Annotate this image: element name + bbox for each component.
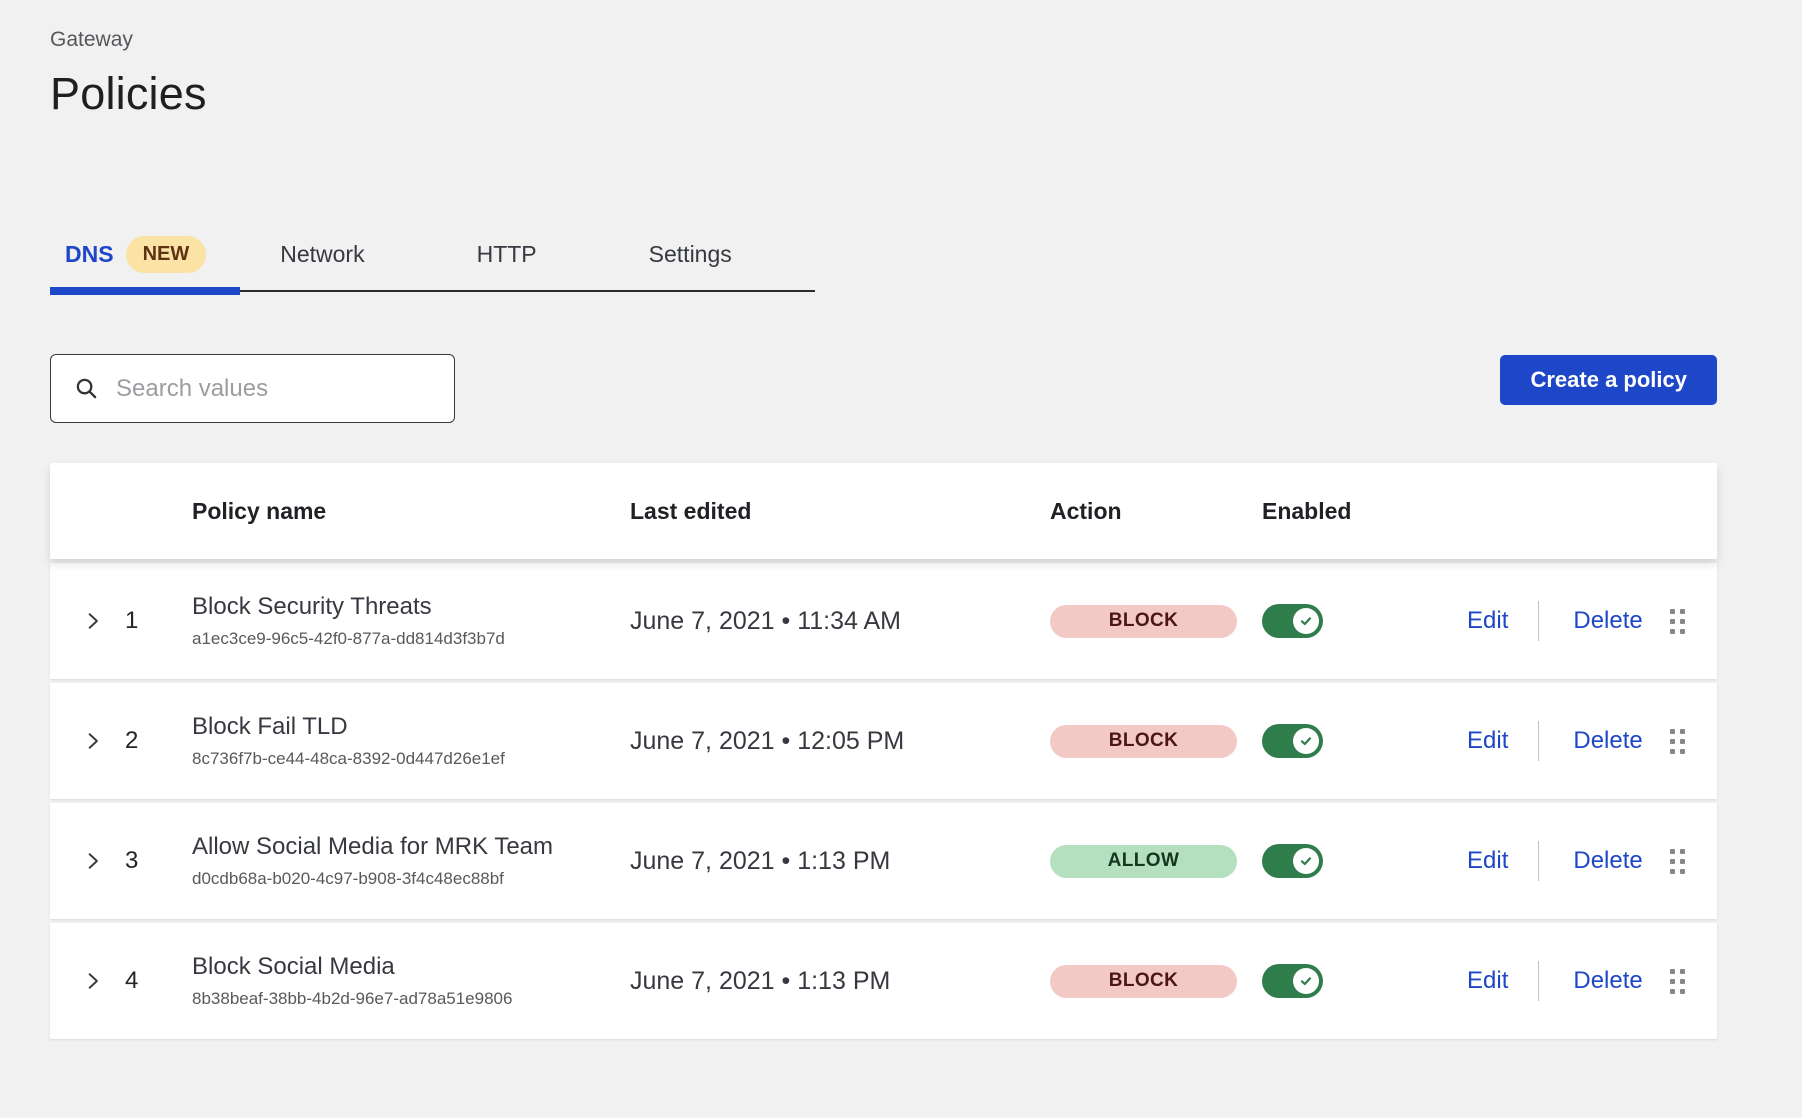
policy-id: 8b38beaf-38bb-4b2d-96e7-ad78a51e9806 [192, 989, 630, 1009]
check-icon [1299, 614, 1313, 628]
check-icon [1299, 854, 1313, 868]
table-header-row: Policy name Last edited Action Enabled [50, 463, 1717, 559]
column-header-enabled: Enabled [1262, 498, 1467, 525]
divider [1538, 721, 1539, 761]
last-edited: June 7, 2021 • 11:34 AM [630, 607, 1050, 636]
edit-link[interactable]: Edit [1467, 847, 1508, 875]
column-header-policy-name: Policy name [192, 498, 630, 525]
policy-id: d0cdb68a-b020-4c97-b908-3f4c48ec88bf [192, 869, 630, 889]
column-header-last-edited: Last edited [630, 498, 1050, 525]
active-tab-indicator [50, 287, 240, 295]
last-edited: June 7, 2021 • 1:13 PM [630, 847, 1050, 876]
drag-handle-icon[interactable] [1666, 725, 1689, 758]
tab-dns-label: DNS [65, 241, 114, 268]
page-title: Policies [50, 68, 1802, 120]
edit-link[interactable]: Edit [1467, 967, 1508, 995]
check-icon [1299, 734, 1313, 748]
delete-link[interactable]: Delete [1573, 727, 1642, 755]
row-number: 2 [125, 727, 192, 755]
expand-row-button[interactable] [85, 969, 109, 993]
search-box[interactable] [50, 354, 455, 423]
edit-link[interactable]: Edit [1467, 727, 1508, 755]
delete-link[interactable]: Delete [1573, 847, 1642, 875]
divider [1538, 601, 1539, 641]
tab-bar: DNS NEW Network HTTP Settings [0, 232, 1802, 292]
drag-handle-icon[interactable] [1666, 845, 1689, 878]
gateway-policies-page: Gateway Policies DNS NEW Network HTTP Se… [0, 0, 1802, 1039]
enabled-toggle[interactable] [1262, 604, 1323, 638]
table-row: 1 Block Security Threats a1ec3ce9-96c5-4… [50, 563, 1717, 679]
policies-table: Policy name Last edited Action Enabled 1… [50, 463, 1717, 1039]
action-badge: ALLOW [1050, 845, 1237, 878]
policy-name: Block Fail TLD [192, 713, 630, 741]
policy-name-cell: Block Social Media 8b38beaf-38bb-4b2d-96… [192, 953, 630, 1009]
toggle-knob [1293, 608, 1319, 634]
row-number: 1 [125, 607, 192, 635]
chevron-right-icon [85, 732, 101, 750]
new-badge: NEW [126, 236, 207, 273]
chevron-right-icon [85, 852, 101, 870]
toolbar: Create a policy [50, 354, 1717, 423]
divider [1538, 841, 1539, 881]
policy-name-cell: Block Security Threats a1ec3ce9-96c5-42f… [192, 593, 630, 649]
table-row: 3 Allow Social Media for MRK Team d0cdb6… [50, 803, 1717, 919]
row-number: 4 [125, 967, 192, 995]
action-badge: BLOCK [1050, 725, 1237, 758]
expand-row-button[interactable] [85, 609, 109, 633]
last-edited: June 7, 2021 • 1:13 PM [630, 967, 1050, 996]
tab-network[interactable]: Network [280, 241, 364, 268]
table-row: 2 Block Fail TLD 8c736f7b-ce44-48ca-8392… [50, 683, 1717, 799]
table-body: 1 Block Security Threats a1ec3ce9-96c5-4… [50, 559, 1717, 1039]
chevron-right-icon [85, 972, 101, 990]
policy-id: 8c736f7b-ce44-48ca-8392-0d447d26e1ef [192, 749, 630, 769]
expand-row-button[interactable] [85, 849, 109, 873]
row-number: 3 [125, 847, 192, 875]
tab-dns[interactable]: DNS NEW [65, 236, 206, 273]
page-header: Gateway Policies [50, 28, 1802, 120]
action-badge: BLOCK [1050, 965, 1237, 998]
drag-handle-icon[interactable] [1666, 965, 1689, 998]
check-icon [1299, 974, 1313, 988]
table-row: 4 Block Social Media 8b38beaf-38bb-4b2d-… [50, 923, 1717, 1039]
chevron-right-icon [85, 612, 101, 630]
expand-row-button[interactable] [85, 729, 109, 753]
column-header-action: Action [1050, 498, 1262, 525]
action-badge: BLOCK [1050, 605, 1237, 638]
enabled-toggle[interactable] [1262, 964, 1323, 998]
last-edited: June 7, 2021 • 12:05 PM [630, 727, 1050, 756]
policy-id: a1ec3ce9-96c5-42f0-877a-dd814d3f3b7d [192, 629, 630, 649]
edit-link[interactable]: Edit [1467, 607, 1508, 635]
drag-handle-icon[interactable] [1666, 605, 1689, 638]
breadcrumb: Gateway [50, 28, 1802, 52]
create-policy-button[interactable]: Create a policy [1500, 355, 1717, 405]
policy-name-cell: Allow Social Media for MRK Team d0cdb68a… [192, 833, 630, 889]
toggle-knob [1293, 968, 1319, 994]
policy-name: Allow Social Media for MRK Team [192, 833, 630, 861]
tab-underline [50, 290, 815, 292]
divider [1538, 961, 1539, 1001]
enabled-toggle[interactable] [1262, 844, 1323, 878]
enabled-toggle[interactable] [1262, 724, 1323, 758]
search-input[interactable] [116, 375, 416, 403]
toggle-knob [1293, 848, 1319, 874]
policy-name-cell: Block Fail TLD 8c736f7b-ce44-48ca-8392-0… [192, 713, 630, 769]
policy-name: Block Social Media [192, 953, 630, 981]
toggle-knob [1293, 728, 1319, 754]
tab-settings[interactable]: Settings [649, 241, 732, 268]
policy-name: Block Security Threats [192, 593, 630, 621]
tab-http[interactable]: HTTP [477, 241, 537, 268]
search-icon [75, 377, 98, 400]
delete-link[interactable]: Delete [1573, 607, 1642, 635]
delete-link[interactable]: Delete [1573, 967, 1642, 995]
